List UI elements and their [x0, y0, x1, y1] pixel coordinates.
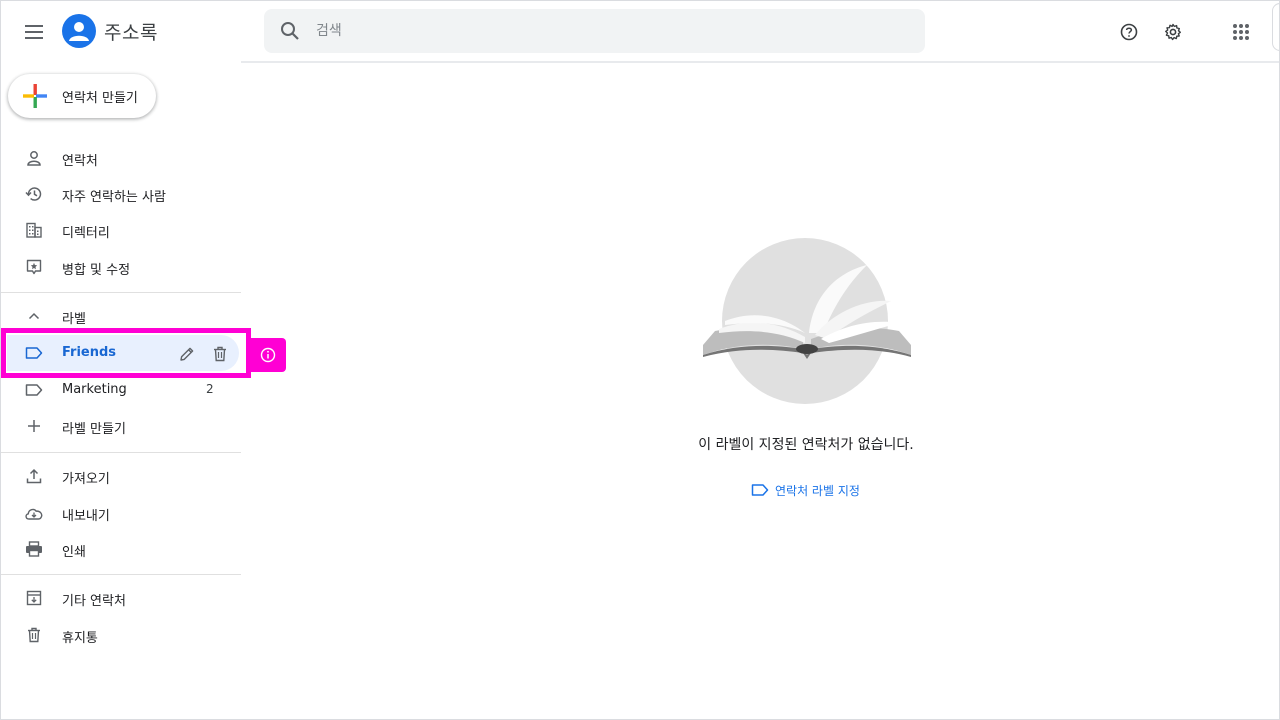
- upload-icon: [24, 467, 44, 485]
- sidebar-item-label: 인쇄: [62, 545, 86, 560]
- create-label-button[interactable]: 라벨 만들기: [1, 408, 241, 444]
- google-apps-button[interactable]: [1221, 12, 1261, 52]
- sidebar-item-label: 디렉터리: [62, 226, 110, 241]
- contacts-logo[interactable]: [62, 14, 96, 48]
- sidebar-item-label: 기타 연락처: [62, 594, 126, 609]
- label-tag-icon: [24, 381, 44, 399]
- merge-fix-icon: [24, 258, 44, 276]
- sidebar-item-label: 가져오기: [62, 472, 110, 487]
- labels-section-header: 라벨: [62, 312, 86, 327]
- annotation-info-tag: [250, 338, 286, 372]
- sidebar-item-label: 자주 연락하는 사람: [62, 190, 166, 205]
- sidebar-item-label: 연락처: [62, 154, 98, 169]
- person-icon: [24, 149, 44, 167]
- sidebar-item-export[interactable]: 내보내기: [1, 495, 241, 531]
- sidebar-divider: [1, 452, 241, 453]
- sidebar-item-directory[interactable]: 디렉터리: [1, 212, 241, 248]
- sidebar-item-label: 내보내기: [62, 509, 110, 524]
- sidebar-divider: [1, 574, 241, 575]
- app-title: 주소록: [104, 22, 158, 44]
- contacts-app-window: 주소록 검색 연락처 만들기 연락처 자주 연락하는 사람 디렉터리 병합 및 …: [0, 0, 1280, 720]
- plus-icon: [24, 417, 44, 435]
- sidebar-item-print[interactable]: 인쇄: [1, 531, 241, 567]
- empty-state-message: 이 라벨이 지정된 연락처가 없습니다.: [698, 437, 914, 453]
- help-icon: [1120, 23, 1138, 41]
- apps-grid-icon: [1233, 24, 1249, 40]
- label-count-badge: 2: [206, 382, 214, 396]
- open-book-illustration: [703, 238, 911, 404]
- colored-plus-icon: [8, 74, 62, 118]
- sidebar-item-label: 휴지통: [62, 631, 98, 646]
- help-button[interactable]: [1109, 12, 1149, 52]
- history-icon: [24, 185, 44, 203]
- cloud-download-icon: [24, 504, 44, 522]
- top-app-bar: 주소록: [1, 1, 1279, 63]
- create-label-text: 라벨 만들기: [62, 422, 126, 437]
- trash-icon: [24, 626, 44, 644]
- archive-icon: [24, 589, 44, 607]
- search-bar[interactable]: [264, 9, 925, 53]
- contacts-person-icon: [69, 22, 89, 41]
- gear-icon: [1165, 23, 1181, 41]
- header-divider: [241, 61, 1279, 63]
- search-input[interactable]: [316, 23, 896, 39]
- hamburger-menu-icon: [25, 25, 43, 39]
- annotation-highlight-box: [1, 328, 251, 378]
- sidebar-item-merge-fix[interactable]: 병합 및 수정: [1, 249, 241, 285]
- sidebar-label-name: Marketing: [62, 382, 127, 397]
- sidebar-item-frequent[interactable]: 자주 연락하는 사람: [1, 176, 241, 212]
- printer-icon: [24, 540, 44, 558]
- sidebar-item-label: 병합 및 수정: [62, 263, 131, 278]
- sidebar-divider: [1, 292, 241, 293]
- account-button[interactable]: [1272, 3, 1279, 51]
- label-tag-icon: [751, 484, 769, 496]
- chevron-up-icon: [24, 307, 44, 325]
- sidebar-item-contacts[interactable]: 연락처: [1, 140, 241, 176]
- create-contact-button[interactable]: 연락처 만들기: [8, 74, 156, 118]
- main-menu-button[interactable]: [15, 12, 55, 52]
- building-icon: [24, 221, 44, 239]
- search-icon[interactable]: [264, 9, 316, 53]
- create-contact-label: 연락처 만들기: [62, 90, 138, 106]
- sidebar-item-other-contacts[interactable]: 기타 연락처: [1, 580, 241, 616]
- assign-label-link[interactable]: 연락처 라벨 지정: [751, 480, 860, 500]
- assign-label-text: 연락처 라벨 지정: [775, 483, 860, 498]
- info-icon: [260, 347, 276, 363]
- sidebar-item-import[interactable]: 가져오기: [1, 458, 241, 494]
- sidebar-item-trash[interactable]: 휴지통: [1, 617, 241, 653]
- settings-button[interactable]: [1153, 12, 1193, 52]
